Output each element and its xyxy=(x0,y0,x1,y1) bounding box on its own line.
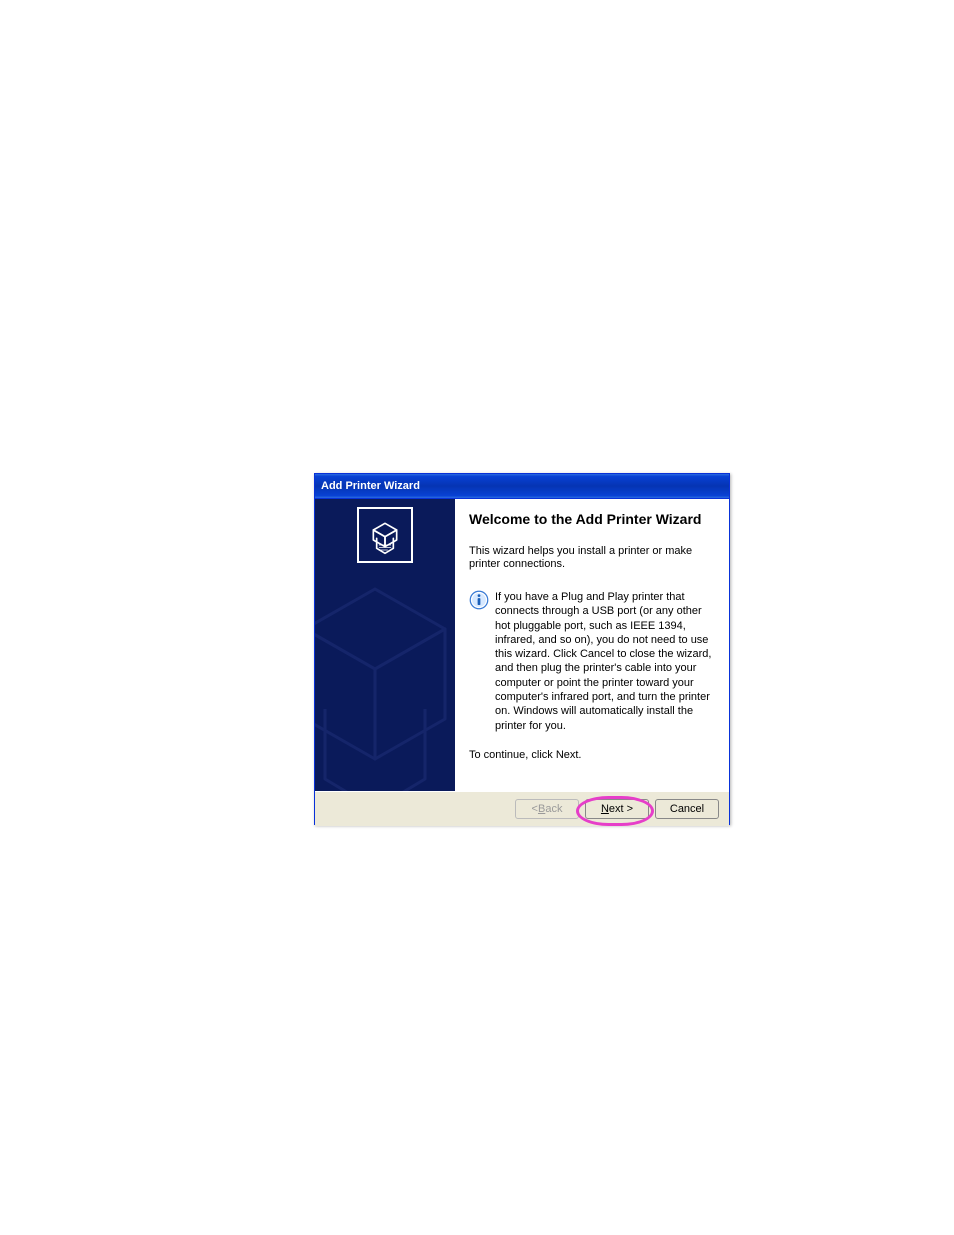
wizard-content: Welcome to the Add Printer Wizard This w… xyxy=(455,499,729,791)
wizard-sidebar xyxy=(315,499,455,791)
add-printer-wizard-dialog: Add Printer Wizard xyxy=(314,473,730,825)
back-accesskey: B xyxy=(538,804,545,815)
titlebar[interactable]: Add Printer Wizard xyxy=(315,474,729,499)
wizard-intro-text: This wizard helps you install a printer … xyxy=(469,545,715,573)
dialog-footer: < Back Next > Cancel xyxy=(315,791,729,826)
continue-text: To continue, click Next. xyxy=(469,749,715,763)
cancel-button[interactable]: Cancel xyxy=(655,799,719,819)
info-row: If you have a Plug and Play printer that… xyxy=(469,590,715,733)
next-accesskey: N xyxy=(601,804,609,815)
next-button[interactable]: Next > xyxy=(585,799,649,819)
titlebar-text: Add Printer Wizard xyxy=(321,480,420,492)
dialog-body: Welcome to the Add Printer Wizard This w… xyxy=(315,499,729,791)
sidebar-background-graphic xyxy=(315,569,455,791)
info-text: If you have a Plug and Play printer that… xyxy=(495,590,715,733)
printer-icon xyxy=(357,507,413,563)
info-icon xyxy=(469,590,489,733)
wizard-heading: Welcome to the Add Printer Wizard xyxy=(469,511,715,529)
back-button: < Back xyxy=(515,799,579,819)
